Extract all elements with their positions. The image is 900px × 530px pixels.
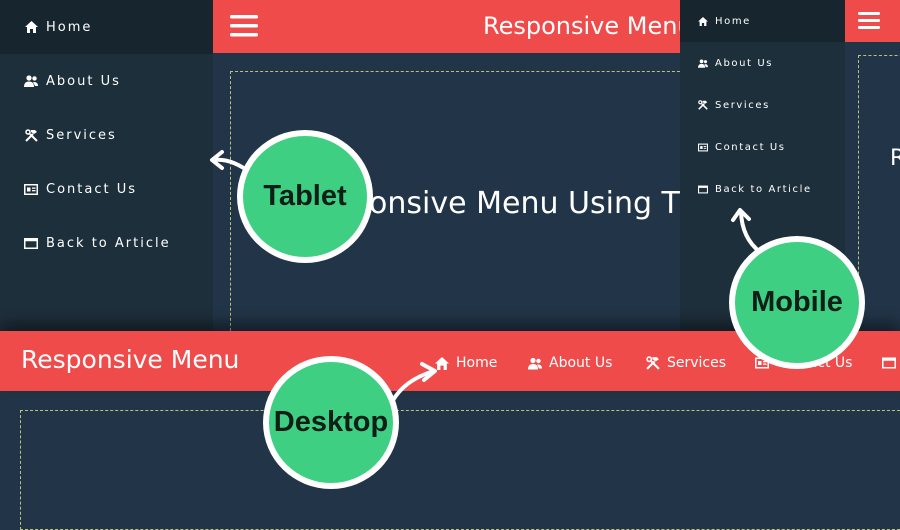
tablet-page-heading: ponsive Menu Using T xyxy=(350,186,680,221)
desktop-content-frame xyxy=(20,410,900,530)
tools-icon xyxy=(698,100,708,110)
nav-label: About Us xyxy=(549,355,613,371)
menu-label: About Us xyxy=(715,57,774,69)
desktop-page-title: Responsive Menu xyxy=(21,345,240,374)
mobile-menu-item-services[interactable]: Services xyxy=(680,84,845,126)
desktop-label-badge: Desktop xyxy=(263,356,399,489)
hamburger-icon[interactable] xyxy=(230,15,258,37)
menu-label: Home xyxy=(46,19,93,35)
menu-label: Back to Article xyxy=(715,183,812,195)
menu-label: Back to Article xyxy=(46,235,171,251)
nav-label: Home xyxy=(456,355,498,371)
users-icon xyxy=(528,357,542,370)
window-icon xyxy=(24,237,38,249)
menu-label: About Us xyxy=(46,73,121,89)
tools-icon xyxy=(646,356,660,370)
tablet-menu-item-about[interactable]: About Us xyxy=(0,54,213,108)
desktop-nav-back-to-article[interactable] xyxy=(882,351,900,375)
contact-card-icon xyxy=(24,183,38,195)
tablet-menu-item-back-to-article[interactable]: Back to Article xyxy=(0,216,213,270)
menu-label: Home xyxy=(715,15,751,27)
home-icon xyxy=(24,21,38,33)
window-icon xyxy=(698,185,708,194)
window-icon xyxy=(882,357,896,369)
menu-label: Services xyxy=(46,127,117,143)
tablet-label-badge: Tablet xyxy=(237,130,373,263)
mobile-menu-item-back-to-article[interactable]: Back to Article xyxy=(680,168,845,210)
users-icon xyxy=(698,59,708,68)
home-icon xyxy=(435,356,449,370)
mobile-menu-item-contact[interactable]: Contact Us xyxy=(680,126,845,168)
mobile-page-heading: R xyxy=(890,146,900,171)
desktop-nav-services[interactable]: Services xyxy=(646,351,726,375)
desktop-nav-home[interactable]: Home xyxy=(435,351,497,375)
desktop-nav-about[interactable]: About Us xyxy=(528,351,612,375)
users-icon xyxy=(24,75,38,87)
tablet-menu-item-contact[interactable]: Contact Us xyxy=(0,162,213,216)
tools-icon xyxy=(24,128,38,142)
mobile-menu-item-about[interactable]: About Us xyxy=(680,42,845,84)
menu-label: Services xyxy=(715,99,770,111)
tablet-menu-item-services[interactable]: Services xyxy=(0,108,213,162)
menu-label: Contact Us xyxy=(715,141,786,153)
hamburger-icon[interactable] xyxy=(858,12,880,29)
mobile-label-badge: Mobile xyxy=(729,236,865,369)
mobile-menu-item-home[interactable]: Home xyxy=(680,0,845,42)
home-icon xyxy=(698,16,708,26)
nav-label: Services xyxy=(667,355,727,371)
menu-label: Contact Us xyxy=(46,181,137,197)
tablet-menu-item-home[interactable]: Home xyxy=(0,0,213,54)
contact-card-icon xyxy=(698,143,708,152)
tablet-page-title: Responsive Menu xyxy=(483,12,693,40)
